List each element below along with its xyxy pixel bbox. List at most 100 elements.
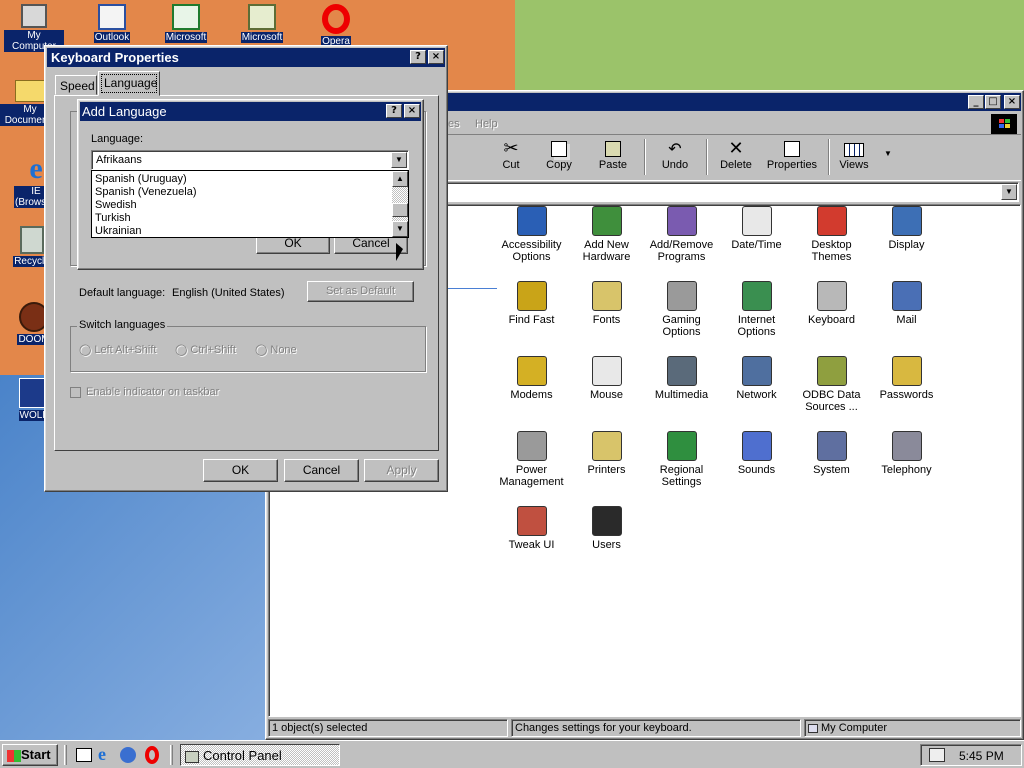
views-dropdown-arrow[interactable]: ▼ <box>884 149 892 158</box>
radio-label: Left Alt+Shift <box>94 344 157 356</box>
cp-item-accessibility[interactable]: Accessibility Options <box>494 206 569 263</box>
list-item[interactable]: Turkish <box>95 212 131 224</box>
close-button[interactable]: × <box>1004 95 1020 109</box>
cp-item-find-fast[interactable]: Find Fast <box>494 281 569 326</box>
tab-language[interactable]: Language <box>98 71 160 96</box>
tray-monitor-icon[interactable] <box>929 748 945 762</box>
display-icon <box>891 206 922 236</box>
cp-item-label: Date/Time <box>731 239 782 251</box>
desktop-icon-project[interactable]: Microsoft <box>232 4 292 43</box>
cp-item-label: Gaming <box>662 314 701 326</box>
list-item[interactable]: Spanish (Uruguay) <box>95 173 187 185</box>
telephony-icon <box>891 431 922 461</box>
properties-icon <box>784 141 800 157</box>
cp-item-label: Printers <box>587 464 626 476</box>
quicklaunch-separator <box>64 745 67 765</box>
chevron-down-icon[interactable]: ▼ <box>391 152 407 168</box>
list-item[interactable]: Ukrainian <box>95 225 141 237</box>
cp-item-regional[interactable]: Regional Settings <box>644 431 719 488</box>
desktop-icon-outlook[interactable]: Outlook <box>82 4 142 43</box>
outlook-express-icon[interactable] <box>120 747 136 763</box>
cp-item-multimedia[interactable]: Multimedia <box>644 356 719 401</box>
maximize-button[interactable]: □ <box>985 95 1001 109</box>
cp-item-internet[interactable]: Internet Options <box>719 281 794 338</box>
cp-item-printers[interactable]: Printers <box>569 431 644 476</box>
cp-item-date-time[interactable]: Date/Time <box>719 206 794 251</box>
cp-item-odbc[interactable]: ODBC Data Sources ... <box>794 356 869 413</box>
toolbar-properties-button[interactable]: Properties <box>762 139 822 171</box>
toolbar-cut-button[interactable]: ✂ Cut <box>486 139 536 172</box>
cp-item-sounds[interactable]: Sounds <box>719 431 794 476</box>
help-button[interactable]: ? <box>410 50 426 64</box>
toolbar-views-button[interactable]: Views <box>834 139 874 171</box>
set-as-default-button[interactable]: Set as Default <box>307 281 414 302</box>
cp-item-display[interactable]: Display <box>869 206 944 251</box>
scroll-down-button[interactable]: ▼ <box>392 221 408 237</box>
cp-item-system[interactable]: System <box>794 431 869 476</box>
close-button[interactable]: × <box>428 50 444 64</box>
cp-item-label: Add New <box>584 239 629 251</box>
cp-item-mouse[interactable]: Mouse <box>569 356 644 401</box>
cp-item-label: Internet <box>737 314 776 326</box>
cp-item-label: Regional <box>659 464 704 476</box>
toolbar-undo-button[interactable]: ↶ Undo <box>650 139 700 171</box>
cp-item-gaming[interactable]: Gaming Options <box>644 281 719 338</box>
cp-item-network[interactable]: Network <box>719 356 794 401</box>
cp-item-hardware[interactable]: Add New Hardware <box>569 206 644 263</box>
list-item[interactable]: Swedish <box>95 199 137 211</box>
ok-button[interactable]: OK <box>203 459 278 482</box>
minimize-button[interactable]: _ <box>968 95 984 109</box>
start-button[interactable]: Start <box>2 744 58 766</box>
desktop-icon-excel[interactable]: Microsoft <box>156 4 216 43</box>
cp-item-power[interactable]: Power Management <box>494 431 569 488</box>
cp-item-tweak-ui[interactable]: Tweak UI <box>494 506 569 551</box>
cp-item-label-line2: Options <box>662 326 701 338</box>
menu-help[interactable]: Help <box>475 118 498 130</box>
opera-icon[interactable] <box>145 746 159 764</box>
radio-left-alt-shift[interactable]: ◯ Left Alt+Shift <box>79 343 156 356</box>
radio-ctrl-shift[interactable]: ◯ Ctrl+Shift <box>175 343 236 356</box>
cp-item-desktop-themes[interactable]: Desktop Themes <box>794 206 869 263</box>
desktop-icon-opera[interactable]: Opera <box>306 4 366 47</box>
printers-icon <box>591 431 622 461</box>
add-remove-icon <box>666 206 697 236</box>
task-control-panel[interactable]: Control Panel <box>180 744 340 766</box>
tab-speed[interactable]: Speed <box>55 75 97 95</box>
cp-item-mail[interactable]: Mail <box>869 281 944 326</box>
cp-item-keyboard[interactable]: Keyboard <box>794 281 869 326</box>
cp-item-label-line2: Programs <box>657 251 706 263</box>
cp-item-fonts[interactable]: Fonts <box>569 281 644 326</box>
recycle-bin-icon <box>20 226 44 254</box>
language-combobox[interactable]: Afrikaans ▼ <box>91 150 409 170</box>
toolbar-separator <box>644 139 646 175</box>
menu-favorites[interactable]: es <box>448 118 460 130</box>
radio-none[interactable]: ◯ None <box>255 343 297 356</box>
status-selected: 1 object(s) selected <box>268 719 508 737</box>
cp-item-modem[interactable]: Modems <box>494 356 569 401</box>
cancel-button[interactable]: Cancel <box>284 459 359 482</box>
scroll-thumb[interactable] <box>392 203 408 217</box>
cp-item-add-remove[interactable]: Add/Remove Programs <box>644 206 719 263</box>
apply-button[interactable]: Apply <box>364 459 439 482</box>
modem-icon <box>516 356 547 386</box>
address-dropdown-button[interactable]: ▼ <box>1001 184 1017 200</box>
show-desktop-icon[interactable] <box>76 748 92 762</box>
list-scrollbar[interactable]: ▲ ▼ <box>392 171 408 237</box>
close-button[interactable]: × <box>404 104 420 118</box>
language-label: Language: <box>91 133 143 145</box>
mouse-cursor-icon <box>396 243 403 261</box>
scroll-up-button[interactable]: ▲ <box>392 171 408 187</box>
ie-icon[interactable]: e <box>98 744 106 765</box>
toolbar-delete-button[interactable]: ✕ Delete <box>711 139 761 172</box>
help-button[interactable]: ? <box>386 104 402 118</box>
toolbar-copy-button[interactable]: Copy <box>534 139 584 171</box>
clock[interactable]: 5:45 PM <box>959 749 1004 763</box>
list-item[interactable]: Spanish (Venezuela) <box>95 186 197 198</box>
enable-indicator-checkbox[interactable]: Enable indicator on taskbar <box>70 386 219 398</box>
cp-item-users[interactable]: Users <box>569 506 644 551</box>
cp-item-telephony[interactable]: Telephony <box>869 431 944 476</box>
date-time-icon <box>741 206 772 236</box>
toolbar-paste-button[interactable]: Paste <box>588 139 638 171</box>
cp-item-passwords[interactable]: Passwords <box>869 356 944 401</box>
switch-languages-group: Switch languages ◯ Left Alt+Shift ◯ Ctrl… <box>70 319 426 372</box>
